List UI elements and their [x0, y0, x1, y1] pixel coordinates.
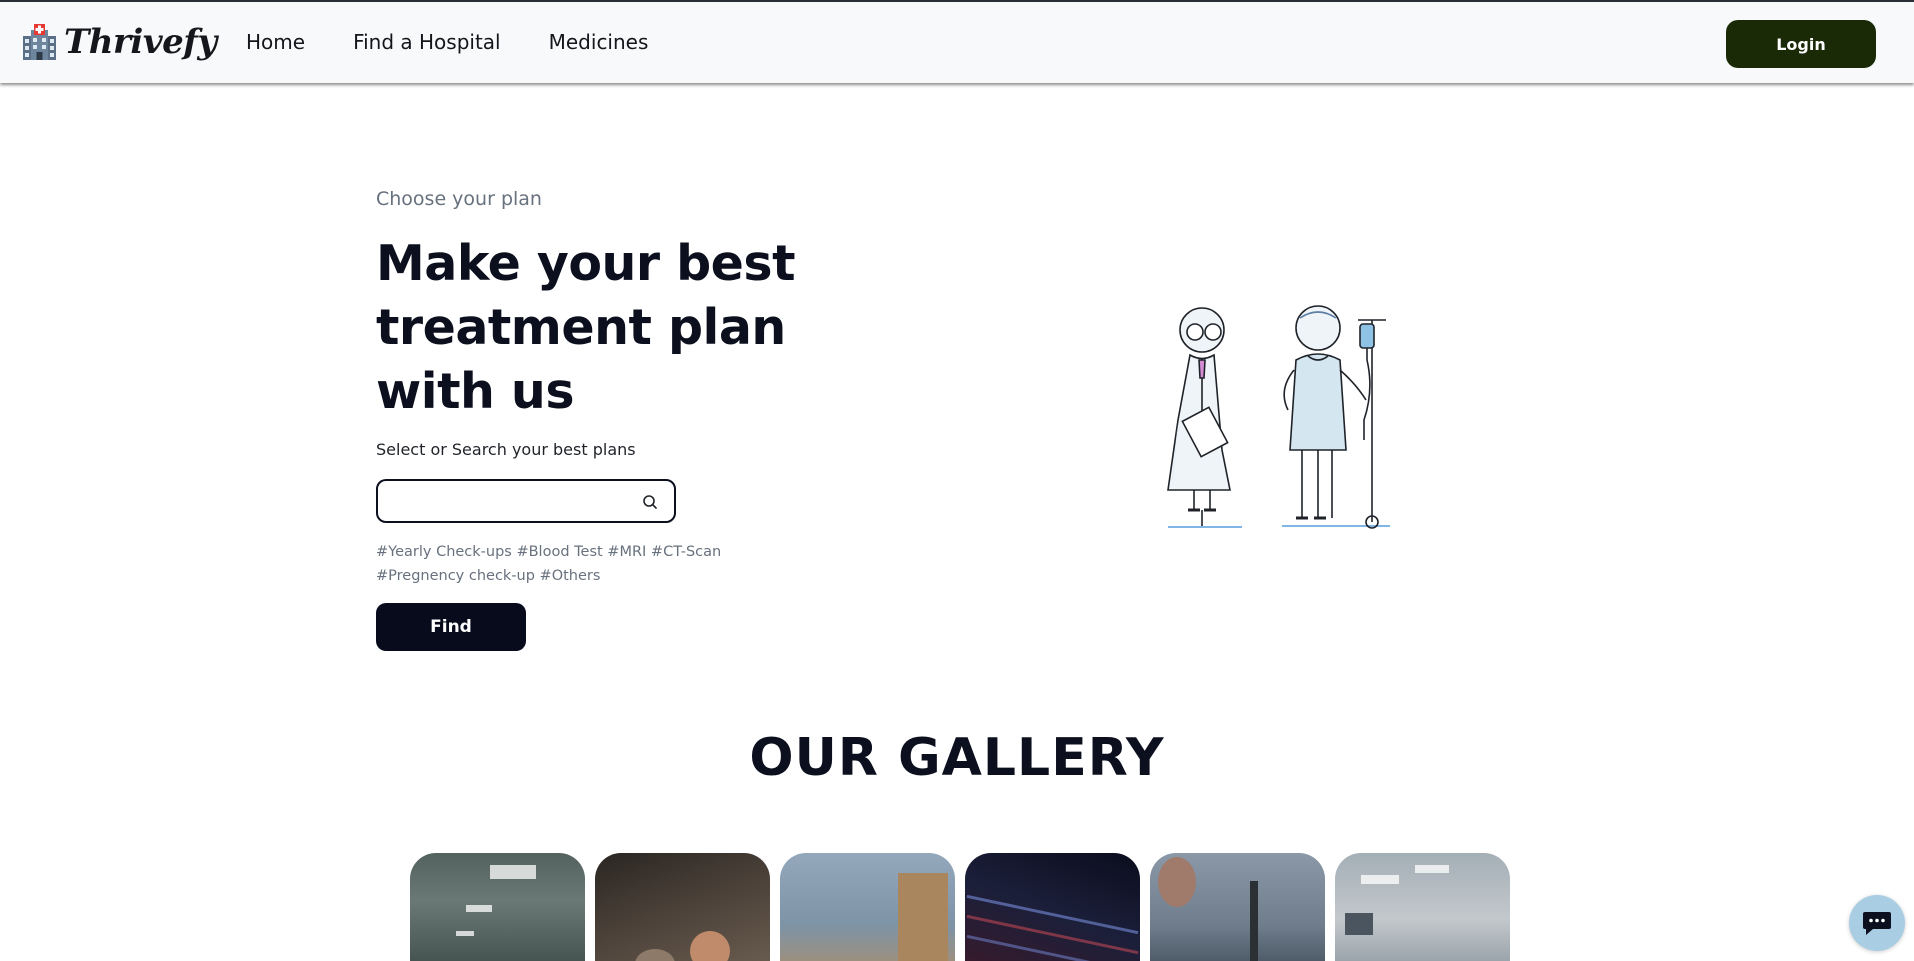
search-input[interactable]	[390, 481, 630, 519]
hero-eyebrow: Choose your plan	[376, 188, 542, 210]
gallery-image-mri-scanner[interactable]	[965, 853, 1140, 961]
plan-tags: #Yearly Check-ups #Blood Test #MRI #CT-S…	[376, 544, 722, 584]
chat-icon	[1863, 912, 1891, 935]
nav-links: Home Find a Hospital Medicines	[246, 30, 648, 54]
hero-headline: Make your best treatment plan with us	[376, 235, 796, 420]
login-button[interactable]: Login	[1726, 20, 1876, 68]
nav-medicines[interactable]: Medicines	[549, 30, 649, 54]
hospital-building-icon	[23, 23, 56, 60]
gallery-image-operating-room[interactable]	[1150, 853, 1325, 961]
doctor-patient-illustration	[1167, 305, 1390, 529]
gallery-image-hospital-corridor[interactable]	[410, 853, 585, 961]
gallery-strip	[410, 853, 1510, 961]
nav-find-hospital[interactable]: Find a Hospital	[353, 30, 501, 54]
gallery-image-patient-room[interactable]	[780, 853, 955, 961]
search-icon[interactable]	[642, 494, 658, 510]
brand-name: Thrivefy	[64, 22, 217, 62]
find-button[interactable]: Find	[376, 603, 526, 651]
nav-home[interactable]: Home	[246, 30, 305, 54]
navbar: Thrivefy Home Find a Hospital Medicines …	[0, 2, 1914, 83]
search-label: Select or Search your best plans	[376, 440, 636, 459]
gallery-title: OUR GALLERY	[749, 728, 1165, 788]
search-box	[376, 479, 676, 523]
chat-widget-button[interactable]	[1849, 895, 1905, 951]
gallery-image-ward-interior[interactable]	[1335, 853, 1510, 961]
gallery-image-surgery-team[interactable]	[595, 853, 770, 961]
brand-logo[interactable]: Thrivefy	[21, 22, 217, 62]
